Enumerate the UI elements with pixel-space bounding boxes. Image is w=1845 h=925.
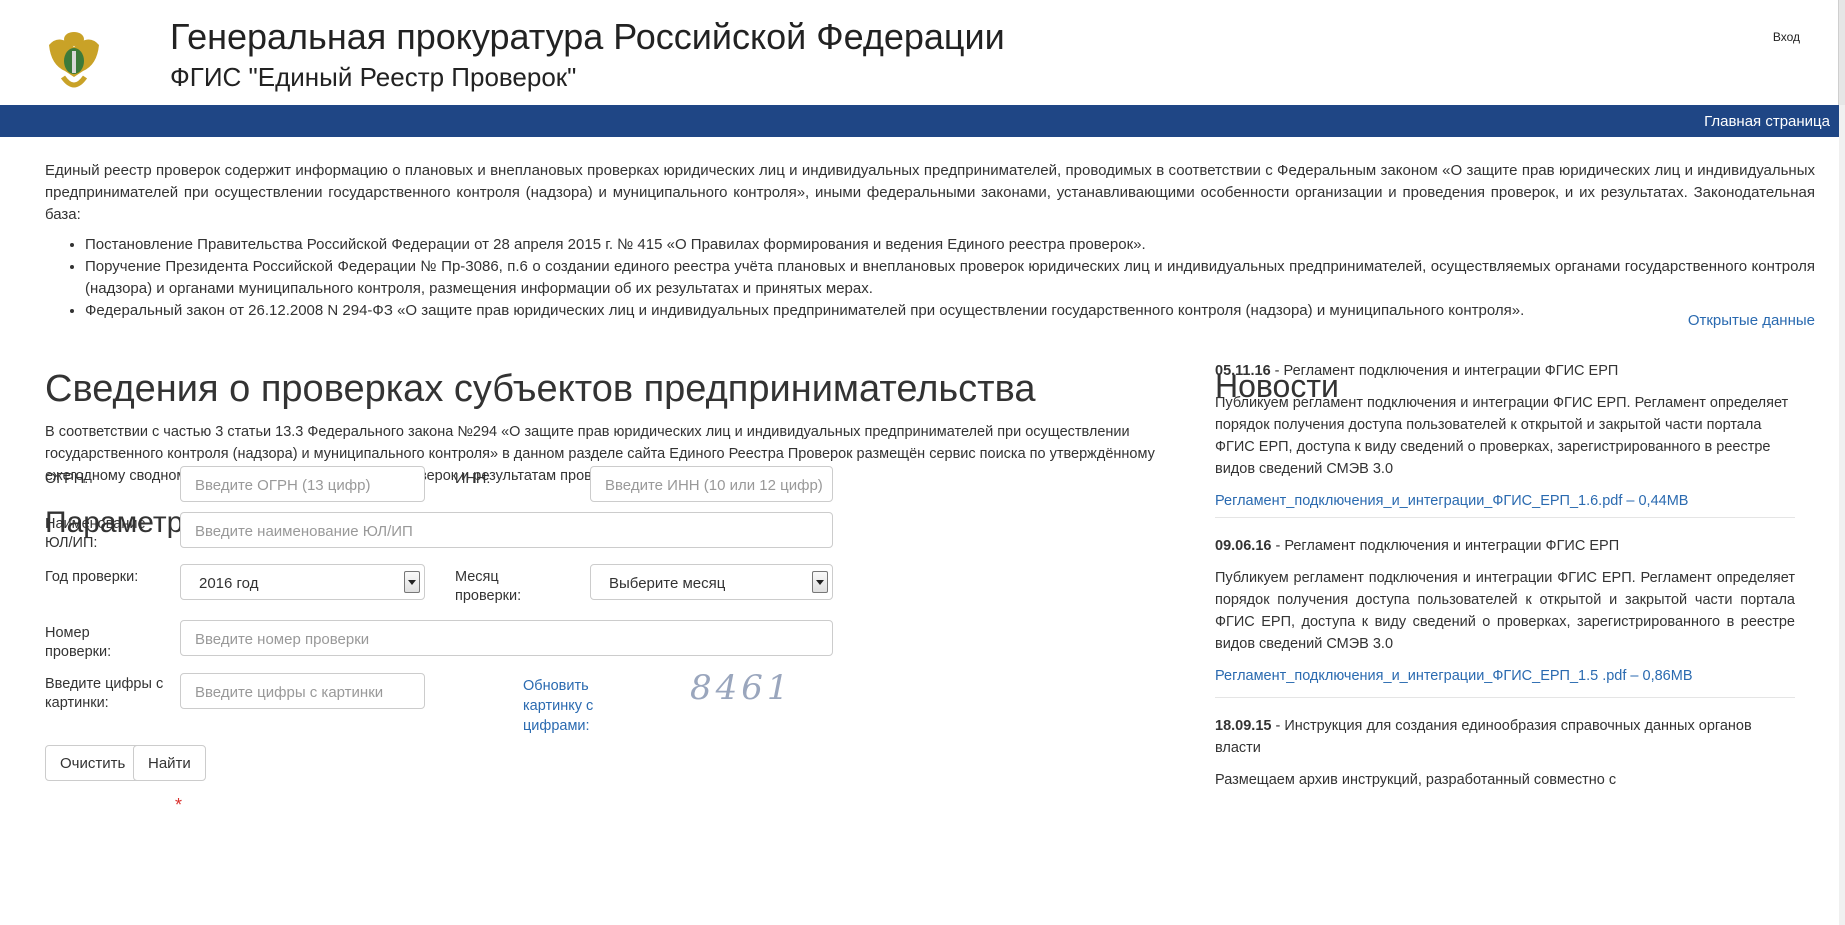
clear-button[interactable]: Очистить	[45, 745, 141, 781]
ogrn-label: ОГРН:	[45, 471, 89, 487]
inn-input[interactable]: Введите ИНН (10 или 12 цифр)	[590, 466, 833, 502]
list-item: Постановление Правительства Российской Ф…	[85, 234, 1815, 256]
intro-text: Единый реестр проверок содержит информац…	[45, 162, 1815, 223]
legal-basis-list: Постановление Правительства Российской Ф…	[45, 234, 1815, 322]
month-select-value: Выберите месяц	[609, 575, 726, 592]
news-body: Публикуем регламент подключения и интегр…	[1215, 395, 1789, 477]
site-header: Генеральная прокуратура Российской Федер…	[0, 0, 1845, 105]
page-title: Сведения о проверках субъектов предприни…	[45, 368, 1036, 410]
check-number-input[interactable]: Введите номер проверки	[180, 620, 833, 656]
news-item: 05.11.16 - Регламент подключения и интег…	[1215, 360, 1795, 512]
news-attachment-link[interactable]: Регламент_подключения_и_интеграции_ФГИС_…	[1215, 493, 1622, 509]
news-headline: - Инструкция для создания единообразия с…	[1215, 718, 1752, 756]
nav-home-link[interactable]: Главная страница	[1704, 113, 1830, 130]
chevron-down-icon[interactable]	[812, 571, 828, 593]
ogrn-input[interactable]: Введите ОГРН (13 цифр)	[180, 466, 425, 502]
news-body: Публикуем регламент подключения и интегр…	[1215, 570, 1795, 652]
news-item: 18.09.15 - Инструкция для создания едино…	[1215, 715, 1795, 791]
site-subtitle: ФГИС "Единый Реестр Проверок"	[170, 62, 577, 92]
main-navbar: Главная страница	[0, 105, 1845, 137]
check-number-label: Номер проверки:	[45, 625, 112, 660]
month-select[interactable]: Выберите месяц	[590, 564, 833, 600]
news-date: 05.11.16	[1215, 363, 1271, 379]
open-data-link[interactable]: Открытые данные	[1688, 312, 1815, 329]
year-select[interactable]: 2016 год	[180, 564, 425, 600]
news-divider	[1215, 697, 1795, 698]
year-label: Год проверки:	[45, 569, 139, 585]
news-date: 18.09.15	[1215, 718, 1272, 734]
news-headline: - Регламент подключения и интеграции ФГИ…	[1270, 363, 1619, 379]
month-label: Месяц проверки:	[455, 569, 522, 604]
refresh-captcha-link[interactable]: Обновить картинку с цифрами:	[523, 676, 623, 736]
find-button[interactable]: Найти	[133, 745, 206, 781]
news-date: 09.06.16	[1215, 538, 1272, 554]
list-item: Федеральный закон от 26.12.2008 N 294-ФЗ…	[85, 300, 1815, 322]
news-headline: - Регламент подключения и интеграции ФГИ…	[1271, 538, 1620, 554]
news-item: 09.06.16 - Регламент подключения и интег…	[1215, 535, 1795, 687]
news-attachment-link[interactable]: Регламент_подключения_и_интеграции_ФГИС_…	[1215, 668, 1626, 684]
list-item: Поручение Президента Российской Федераци…	[85, 256, 1815, 300]
news-body: Размещаем архив инструкций, разработанны…	[1215, 772, 1617, 788]
emblem-eagle-icon	[49, 32, 99, 88]
news-divider	[1215, 517, 1795, 518]
login-link[interactable]: Вход	[1773, 30, 1800, 44]
name-input[interactable]: Введите наименование ЮЛ/ИП	[180, 512, 833, 548]
captcha-image: 8461	[690, 668, 793, 708]
inn-label: ИНН:	[455, 471, 491, 487]
chevron-down-icon[interactable]	[404, 571, 420, 593]
captcha-input[interactable]: Введите цифры с картинки	[180, 673, 425, 709]
year-select-value: 2016 год	[199, 575, 259, 592]
page-edge	[1838, 0, 1845, 105]
captcha-label: Введите цифры с картинки:	[45, 676, 164, 711]
name-label: Наименование ЮЛ/ИП:	[45, 516, 146, 551]
news-attachment-size: – 0,44MB	[1622, 493, 1689, 509]
site-title: Генеральная прокуратура Российской Федер…	[170, 16, 1005, 57]
page-scrollbar[interactable]	[1839, 105, 1845, 925]
news-attachment-size: – 0,86MB	[1626, 668, 1693, 684]
required-asterisk: *	[175, 795, 183, 815]
intro-section: Единый реестр проверок содержит информац…	[45, 160, 1815, 322]
